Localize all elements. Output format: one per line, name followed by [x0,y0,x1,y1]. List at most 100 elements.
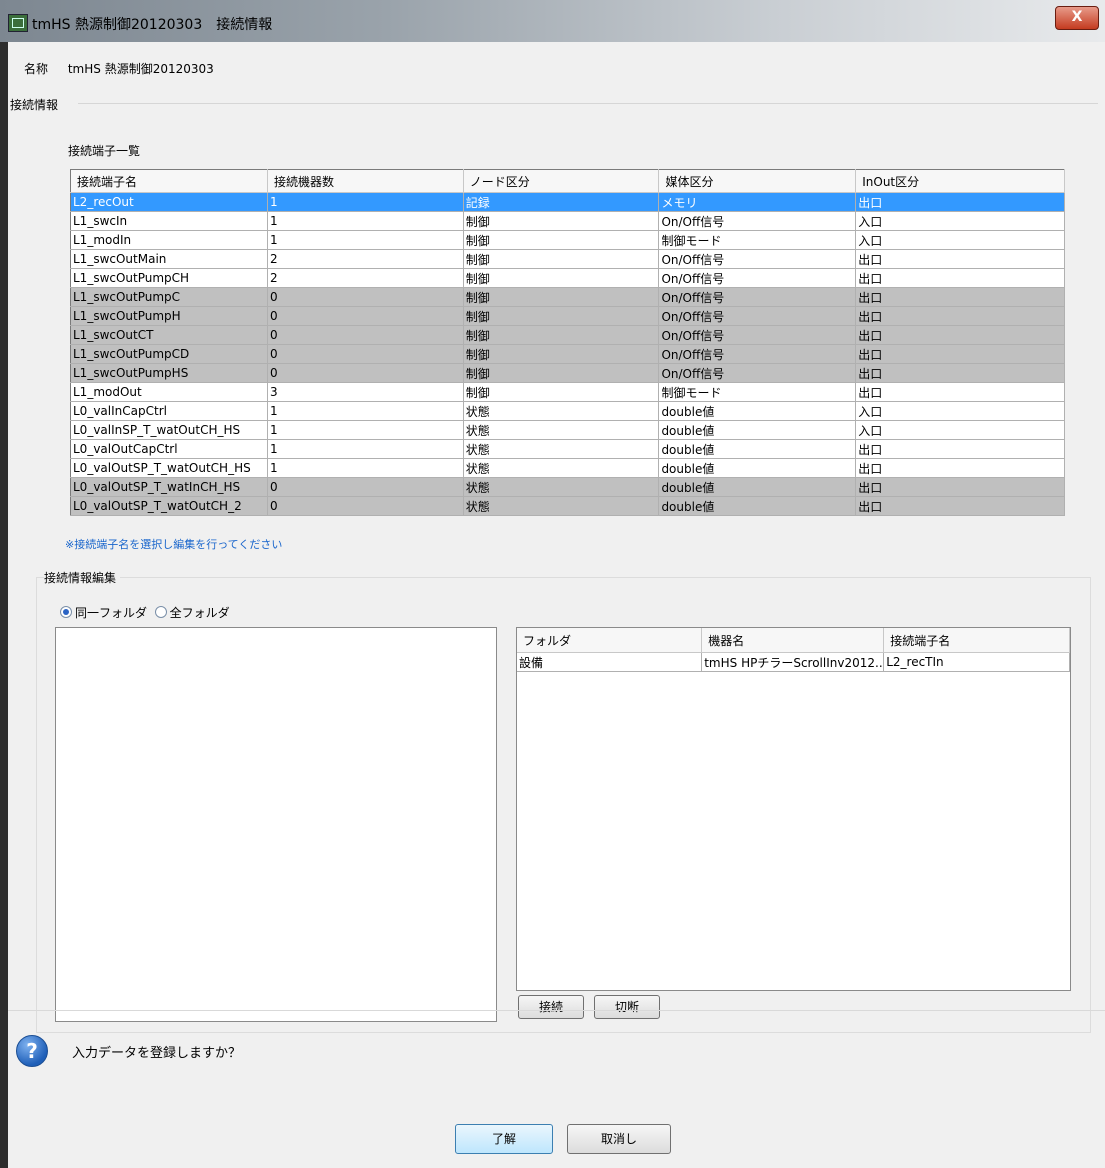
table-cell: 0 [267,325,464,345]
radio-all-folder-label[interactable]: 全フォルダ [170,606,230,620]
table-row[interactable]: 設備 tmHS HPチラーScrollInv2012... L2_recTIn [517,652,1070,672]
table-row[interactable]: L1_swcOutCT 0 制御 On/Off信号 出口 [70,325,1065,345]
table-cell: 制御 [463,268,660,288]
table-row[interactable]: L1_swcOutPumpHS 0 制御 On/Off信号 出口 [70,363,1065,383]
connected-table-wrap[interactable]: フォルダ 機器名 接続端子名 設備 tmHS HPチラーScrollInv2012… [516,627,1071,991]
radio-all-folder[interactable] [154,606,167,618]
table-cell: 出口 [855,458,1065,478]
app-icon [8,14,28,32]
table-row[interactable]: L1_swcIn 1 制御 On/Off信号 入口 [70,211,1065,231]
table-row[interactable]: L0_valOutSP_T_watOutCH_2 0 状態 double値 出口 [70,496,1065,516]
table-cell: 設備 [517,652,703,672]
table-cell: 入口 [855,420,1065,440]
table-row[interactable]: L2_recOut 1 記録 メモリ 出口 [70,192,1065,212]
table-cell: 出口 [855,363,1065,383]
disconnect-button[interactable]: 切断 [594,995,660,1019]
radio-same-folder-label[interactable]: 同一フォルダ [75,606,147,620]
table-cell: double値 [658,439,857,459]
table-cell: 状態 [463,477,660,497]
table-row[interactable]: L1_swcOutPumpCH 2 制御 On/Off信号 出口 [70,268,1065,288]
table-cell: L1_swcOutCT [70,325,268,345]
name-label: 名称 [24,62,49,76]
table-cell: 制御 [463,325,660,345]
table-cell: 0 [267,344,464,364]
col-header[interactable]: 接続端子名 [70,169,268,193]
table-cell: 2 [267,249,464,269]
table-cell: L0_valOutSP_T_watInCH_HS [70,477,268,497]
table-row[interactable]: L0_valInCapCtrl 1 状態 double値 入口 [70,401,1065,421]
table-cell: 記録 [463,192,660,212]
table-cell: 制御 [463,363,660,383]
table-cell: L0_valOutCapCtrl [70,439,268,459]
table-cell: 制御 [463,211,660,231]
cancel-button[interactable]: 取消し [567,1124,671,1154]
connect-button[interactable]: 接続 [518,995,584,1019]
terminal-table-header: 接続端子名 接続機器数 ノード区分 媒体区分 InOut区分 [70,169,1065,193]
table-cell: L1_swcIn [70,211,268,231]
radio-same-folder[interactable] [60,606,72,618]
table-row[interactable]: L1_swcOutMain 2 制御 On/Off信号 出口 [70,249,1065,269]
folder-scope-radio-group: 同一フォルダ 全フォルダ [60,604,230,621]
table-row[interactable]: L1_swcOutPumpC 0 制御 On/Off信号 出口 [70,287,1065,307]
table-cell: 1 [267,458,464,478]
table-cell: double値 [658,458,857,478]
table-row[interactable]: L0_valInSP_T_watOutCH_HS 1 状態 double値 入口 [70,420,1065,440]
table-cell: 1 [267,401,464,421]
table-cell: 入口 [855,401,1065,421]
table-cell: L2_recTIn [883,652,1070,672]
table-cell: L1_swcOutPumpHS [70,363,268,383]
table-cell: 1 [267,230,464,250]
table-cell: 1 [267,420,464,440]
window-title: tmHS 熱源制御20120303 接続情報 [32,17,273,33]
table-cell: On/Off信号 [658,268,857,288]
table-cell: 0 [267,477,464,497]
table-cell: double値 [658,477,857,497]
candidate-list[interactable] [55,627,497,1022]
table-row[interactable]: L1_modOut 3 制御 制御モード 出口 [70,382,1065,402]
table-cell: 出口 [855,287,1065,307]
connected-table-header: フォルダ 機器名 接続端子名 [517,628,1070,653]
table-row[interactable]: L1_modIn 1 制御 制御モード 入口 [70,230,1065,250]
table-row[interactable]: L0_valOutCapCtrl 1 状態 double値 出口 [70,439,1065,459]
table-cell: 制御 [463,344,660,364]
table-row[interactable]: L1_swcOutPumpH 0 制御 On/Off信号 出口 [70,306,1065,326]
table-cell: L0_valInSP_T_watOutCH_HS [70,420,268,440]
group-line [78,103,1098,104]
table-cell: On/Off信号 [658,306,857,326]
close-button[interactable]: X [1055,6,1099,30]
table-cell: 0 [267,306,464,326]
table-cell: L0_valOutSP_T_watOutCH_2 [70,496,268,516]
table-row[interactable]: L1_swcOutPumpCD 0 制御 On/Off信号 出口 [70,344,1065,364]
col-header[interactable]: ノード区分 [463,169,660,193]
table-cell: tmHS HPチラーScrollInv2012... [701,652,885,672]
table-cell: L1_swcOutPumpCD [70,344,268,364]
col-header[interactable]: フォルダ [517,628,703,653]
table-cell: 1 [267,211,464,231]
table-cell: 出口 [855,382,1065,402]
table-cell: 出口 [855,249,1065,269]
name-value: tmHS 熱源制御20120303 [67,62,214,76]
table-cell: 制御モード [658,382,857,402]
table-cell: 1 [267,192,464,212]
table-cell: 制御 [463,382,660,402]
hint-text: ※接続端子名を選択し編集を行ってください [65,538,283,551]
table-cell: L1_modIn [70,230,268,250]
table-cell: 0 [267,496,464,516]
table-cell: On/Off信号 [658,211,857,231]
table-cell: 状態 [463,401,660,421]
col-header[interactable]: 接続端子名 [883,628,1070,653]
dialog-body: 名称 tmHS 熱源制御20120303 接続情報 接続端子一覧 接続端子名 接… [8,42,1105,1168]
ok-button[interactable]: 了解 [455,1124,553,1154]
table-cell: 0 [267,287,464,307]
table-cell: 状態 [463,439,660,459]
table-row[interactable]: L0_valOutSP_T_watOutCH_HS 1 状態 double値 出口 [70,458,1065,478]
table-cell: メモリ [658,192,857,212]
table-cell: On/Off信号 [658,344,857,364]
col-header[interactable]: 媒体区分 [658,169,857,193]
table-cell: On/Off信号 [658,363,857,383]
table-cell: 出口 [855,439,1065,459]
col-header[interactable]: InOut区分 [855,169,1065,193]
col-header[interactable]: 機器名 [701,628,885,653]
col-header[interactable]: 接続機器数 [267,169,464,193]
table-row[interactable]: L0_valOutSP_T_watInCH_HS 0 状態 double値 出口 [70,477,1065,497]
